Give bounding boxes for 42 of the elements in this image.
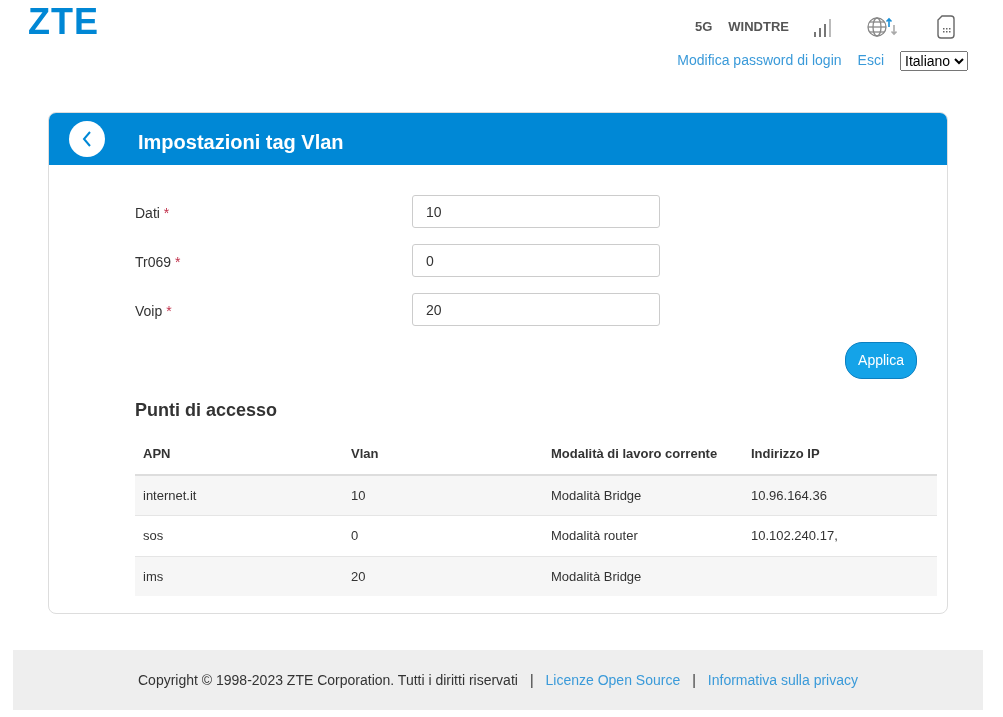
- logo: ZTE: [28, 4, 99, 44]
- table-cell: Modalità router: [551, 528, 638, 543]
- field-label: Voip: [135, 303, 163, 319]
- input-field[interactable]: 20: [412, 293, 660, 326]
- table-cell: 0: [351, 528, 359, 543]
- table-cell: internet.it: [143, 487, 197, 503]
- table-cell: 10.96.164.36: [751, 487, 827, 503]
- table-cell: 10.102.240.17,: [751, 528, 838, 543]
- footer-link[interactable]: Licenze Open Source: [545, 669, 681, 691]
- table-cell: 20: [351, 568, 366, 584]
- input-field[interactable]: 10: [412, 195, 660, 228]
- header-link[interactable]: Esci: [857, 50, 884, 71]
- language-select[interactable]: Italiano: [900, 50, 968, 71]
- column-header: APN: [143, 446, 171, 461]
- table-cell: sos: [143, 528, 164, 543]
- field-label: Tr069: [135, 254, 172, 270]
- table-cell: ims: [143, 568, 164, 584]
- page-title: Impostazioni tag Vlan: [138, 130, 344, 155]
- carrier-name: WINDTRE: [728, 18, 789, 37]
- field-label: Dati: [135, 205, 160, 221]
- column-header: Indirizzo IP: [751, 446, 820, 461]
- required-mark: *: [166, 303, 172, 319]
- input-field[interactable]: 0: [412, 244, 660, 277]
- header-link[interactable]: Modifica password di login: [677, 50, 842, 71]
- table-cell: Modalità Bridge: [551, 568, 642, 584]
- footer-link[interactable]: Informativa sulla privacy: [707, 669, 858, 691]
- column-header: Vlan: [351, 446, 379, 461]
- chevron-left-icon: [81, 130, 93, 148]
- copyright-text: Copyright © 1998-2023 ZTE Corporation. Tutti i diritti riservati: [138, 670, 518, 690]
- required-mark: *: [163, 205, 170, 221]
- column-header: Modalità di lavoro corrente: [551, 446, 718, 461]
- sim-card-icon: [937, 15, 955, 39]
- separator: |: [692, 670, 696, 690]
- separator: |: [529, 670, 534, 690]
- section-title: Punti di accesso: [135, 399, 279, 422]
- table-cell: 10: [351, 487, 366, 503]
- globe-icon: [867, 15, 897, 39]
- required-mark: *: [174, 254, 181, 270]
- table-cell: Modalità Bridge: [551, 487, 642, 503]
- network-type: 5G: [695, 18, 713, 37]
- apply-button[interactable]: Applica: [845, 342, 917, 379]
- back-button[interactable]: [69, 121, 105, 157]
